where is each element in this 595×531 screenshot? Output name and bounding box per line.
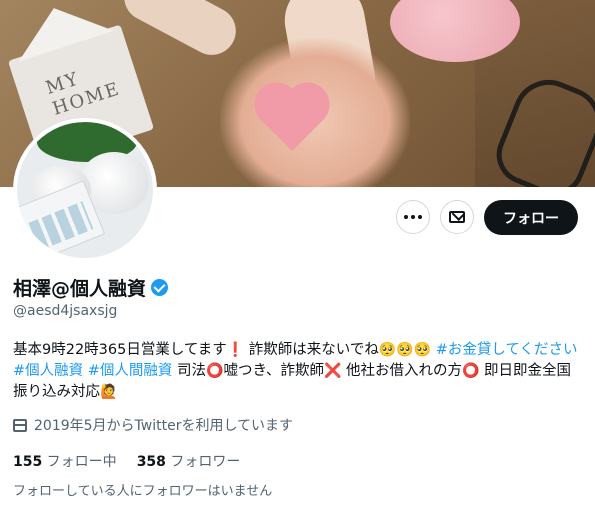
hashtag-link[interactable]: #お金貸してください [431,342,578,358]
more-horizontal-icon [404,215,422,219]
profile-bio: 基本9時22時365日営業してます❗ 詐欺師は来ないでね🥺🥺🥺 #お金貸してくだ… [13,342,578,400]
hashtag-link[interactable]: #個人融資 [13,363,83,379]
pleading-face-icon: 🥺🥺🥺 [378,342,432,358]
following-link[interactable]: 155 フォロー中 [13,451,117,471]
followers-link[interactable]: 358 フォロワー [137,451,241,471]
more-button[interactable] [396,200,430,234]
display-name: 相澤@個人融資 [13,278,147,300]
follow-button[interactable]: フォロー [484,200,578,235]
calendar-icon [13,418,27,432]
verified-badge-icon[interactable] [151,279,169,296]
circle-icon: ⭕ [462,363,480,379]
known-followers-text: フォローしている人にフォロワーはいません [13,484,273,499]
following-count: 155 [13,454,43,470]
user-handle: @aesd4jsaxsjg [13,303,118,319]
followers-count: 358 [136,454,166,470]
profile-name-row: 相澤@個人融資 [13,274,169,301]
cross-mark-icon: ❌ [323,363,342,379]
raising-hand-icon: 🙋 [100,384,118,400]
profile-avatar[interactable] [13,118,157,262]
banner-house-text: MY HOME [43,68,123,120]
followers-label: フォロワー [165,454,241,470]
message-button[interactable] [440,200,474,234]
circle-icon: ⭕ [206,363,224,379]
hashtag-link[interactable]: #個人間融資 [83,363,173,379]
join-date: 2019年5月からTwitterを利用しています [13,415,293,435]
envelope-icon [449,211,465,223]
join-date-text: 2019年5月からTwitterを利用しています [34,418,294,434]
follow-stats: 155 フォロー中 358 フォロワー [13,451,240,471]
following-label: フォロー中 [42,454,117,470]
exclamation-icon: ❗ [226,342,245,358]
